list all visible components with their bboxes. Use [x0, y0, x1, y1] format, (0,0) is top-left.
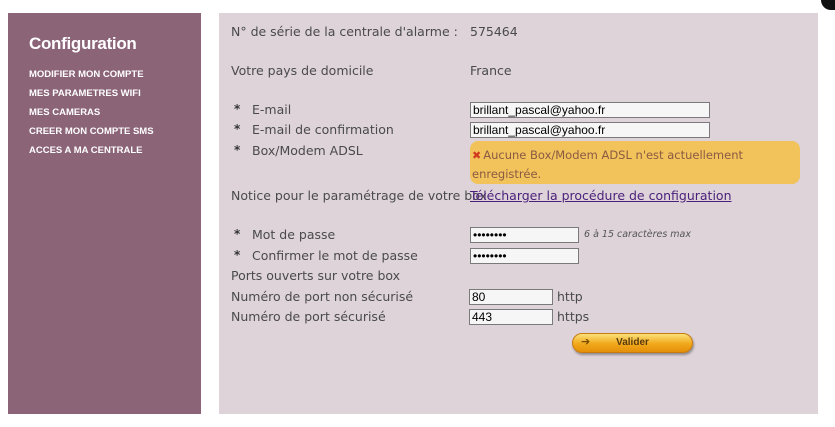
close-corner-icon[interactable] — [821, 0, 835, 10]
box-warning-text: Aucune Box/Modem ADSL n'est actuellement… — [472, 148, 743, 181]
password-field[interactable] — [470, 227, 579, 243]
required-asterisk: * — [234, 248, 241, 262]
form-panel: N° de série de la centrale d'alarme : 57… — [219, 13, 818, 414]
password-confirm-field[interactable] — [470, 248, 579, 264]
box-label: Box/Modem ADSL — [252, 143, 363, 158]
email-confirm-label: E-mail de confirmation — [252, 122, 394, 137]
required-asterisk: * — [234, 143, 241, 157]
serial-value: 575464 — [470, 24, 518, 39]
ports-label: Ports ouverts sur votre box — [231, 268, 401, 283]
sidebar-menu: MODIFIER MON COMPTE MES PARAMETRES WIFI … — [29, 69, 154, 164]
valider-button-label: Valider — [616, 337, 649, 348]
email-label: E-mail — [252, 102, 292, 117]
sidebar-title: Configuration — [29, 34, 137, 53]
serial-label: N° de série de la centrale d'alarme : — [231, 24, 458, 39]
password-confirm-label: Confirmer le mot de passe — [252, 248, 418, 263]
port-http-field[interactable] — [469, 289, 553, 305]
country-label: Votre pays de domicile — [231, 63, 374, 78]
sidebar: Configuration MODIFIER MON COMPTE MES PA… — [8, 13, 201, 414]
notice-label: Notice pour le paramétrage de votre box — [231, 188, 487, 203]
email-field[interactable] — [470, 102, 710, 118]
required-asterisk: * — [234, 122, 241, 136]
email-confirm-field[interactable] — [470, 122, 710, 138]
box-warning: ✖ Aucune Box/Modem ADSL n'est actuellemen… — [470, 141, 800, 184]
download-procedure-link[interactable]: Télécharger la procédure de configuratio… — [470, 188, 732, 203]
country-value: France — [470, 63, 512, 78]
port-http-suffix: http — [557, 289, 583, 304]
sidebar-item-modifier-compte[interactable]: MODIFIER MON COMPTE — [29, 69, 154, 88]
port-https-label: Numéro de port sécurisé — [231, 309, 386, 324]
required-asterisk: * — [234, 102, 241, 116]
port-http-label: Numéro de port non sécurisé — [231, 289, 414, 304]
password-hint: 6 à 15 caractères max — [584, 229, 691, 240]
port-https-suffix: https — [557, 309, 590, 324]
sidebar-item-cameras[interactable]: MES CAMERAS — [29, 107, 154, 126]
sidebar-item-acces-centrale[interactable]: ACCES A MA CENTRALE — [29, 145, 154, 164]
sidebar-item-parametres-wifi[interactable]: MES PARAMETRES WIFI — [29, 88, 154, 107]
error-icon: ✖ — [472, 149, 482, 162]
sidebar-item-compte-sms[interactable]: CREER MON COMPTE SMS — [29, 126, 154, 145]
password-label: Mot de passe — [252, 227, 336, 242]
port-https-field[interactable] — [469, 309, 553, 325]
valider-button[interactable]: ➔ Valider — [572, 333, 693, 353]
required-asterisk: * — [234, 227, 241, 241]
